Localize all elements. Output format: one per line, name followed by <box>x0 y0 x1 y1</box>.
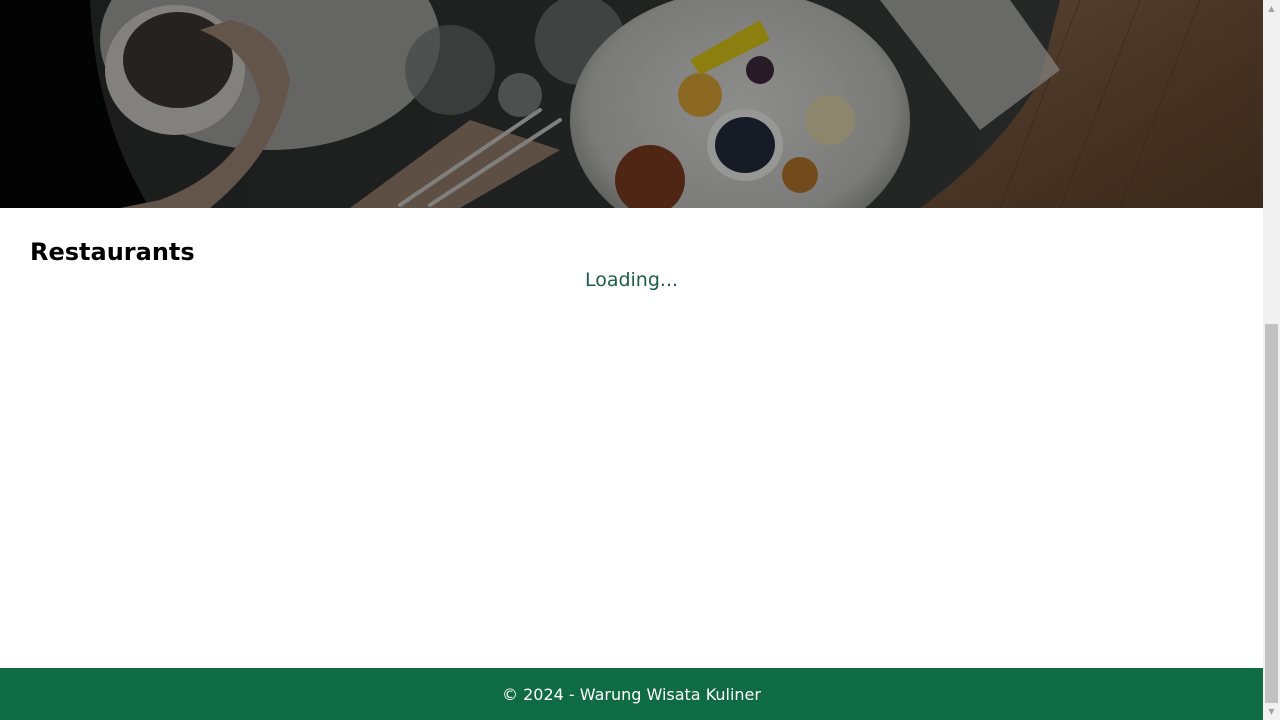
triangle-up-icon[interactable]: ▲ <box>1263 0 1280 17</box>
page-viewport: Restaurants Loading... © 2024 - Warung W… <box>0 0 1263 720</box>
restaurants-heading: Restaurants <box>30 238 195 266</box>
vertical-scrollbar[interactable]: ▲ ▼ <box>1263 0 1280 720</box>
hero-image <box>0 0 1263 208</box>
footer-copyright: © 2024 - Warung Wisata Kuliner <box>502 684 761 704</box>
footer: © 2024 - Warung Wisata Kuliner <box>0 668 1263 720</box>
scrollbar-thumb[interactable] <box>1265 324 1278 703</box>
loading-indicator: Loading... <box>584 269 679 291</box>
triangle-down-icon[interactable]: ▼ <box>1263 703 1280 720</box>
